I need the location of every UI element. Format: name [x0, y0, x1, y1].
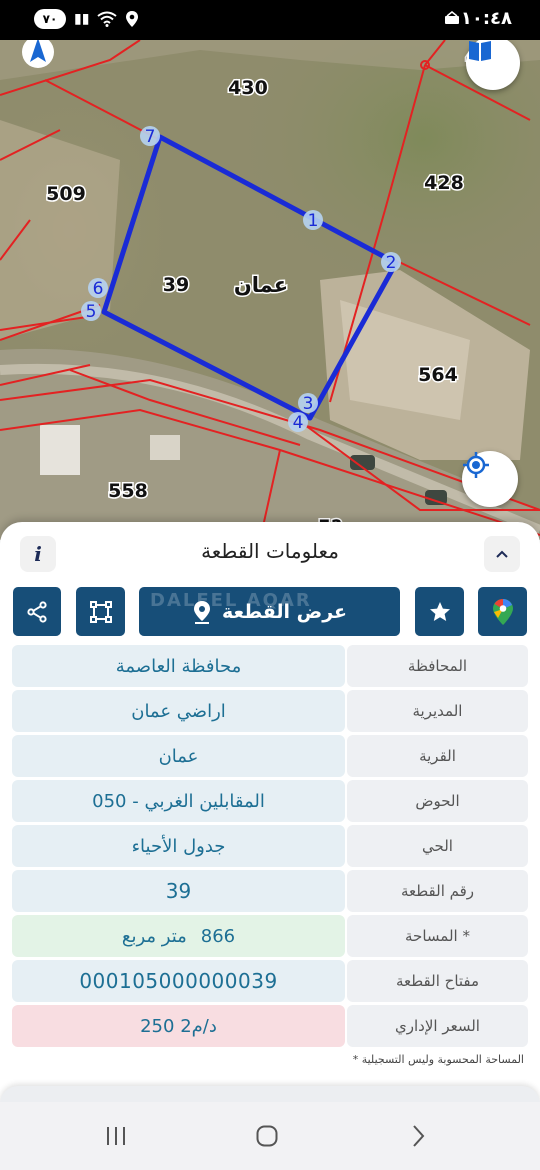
view-parcel-button[interactable]: عرض القطعة — [139, 587, 400, 636]
area-number: 866 — [200, 925, 236, 947]
table-row: اراضي عمان المديرية — [12, 690, 528, 732]
table-row: عمان القرية — [12, 735, 528, 777]
recent-apps-icon — [107, 1127, 125, 1145]
status-bar: ٧٠ ▮▮ ١٠:٤٨ — [0, 0, 540, 40]
admin-price-value: 250 د/م2 — [12, 1005, 345, 1047]
signal-icon: ▮▮ — [74, 11, 90, 27]
table-row: 866 متر مربع المساحة * — [12, 915, 528, 957]
directorate-label: المديرية — [347, 690, 528, 732]
wifi-icon — [97, 11, 118, 27]
vertex-label: 7 — [145, 127, 156, 147]
location-status-icon — [126, 11, 139, 27]
table-row: جدول الأحياء الحي — [12, 825, 528, 867]
vertex-label: 3 — [303, 394, 314, 414]
recent-apps-button[interactable] — [96, 1118, 136, 1154]
status-left-icons: ٧٠ ▮▮ — [34, 9, 139, 29]
village-label: القرية — [347, 735, 528, 777]
area-unit: متر مربع — [121, 925, 187, 947]
area-footnote: * المساحة المحسوبة وليس التسجيلية — [352, 1053, 524, 1066]
compass-icon — [22, 40, 54, 68]
my-location-button[interactable] — [462, 451, 518, 507]
parcel-number-label: 428 — [424, 172, 464, 194]
notification-icon — [445, 11, 459, 24]
village-value: عمان — [12, 735, 345, 777]
table-row: 250 د/م2 السعر الإداري — [12, 1005, 528, 1047]
parcel-number-label: رقم القطعة — [347, 870, 528, 912]
parcel-number-label: 430 — [228, 77, 268, 99]
governorate-label: المحافظة — [347, 645, 528, 687]
battery-indicator: ٧٠ — [34, 9, 66, 29]
directorate-value: اراضي عمان — [12, 690, 345, 732]
status-notification-icons — [444, 10, 460, 26]
vertex-label: 4 — [293, 413, 304, 433]
parcel-info-table: محافظة العاصمة المحافظة اراضي عمان المدي… — [12, 645, 528, 1050]
table-row: 39 رقم القطعة — [12, 870, 528, 912]
panel-title: معلومات القطعة — [201, 539, 339, 563]
area-value: 866 متر مربع — [12, 915, 345, 957]
parcel-key-value: 000105000000039 — [12, 960, 345, 1002]
parcel-info-panel: i معلومات القطعة عرض القطعة DALEEL AQAR … — [0, 522, 540, 1102]
google-maps-icon — [492, 598, 513, 625]
map-pin-icon — [193, 600, 210, 624]
polygon-shape-button[interactable] — [76, 587, 125, 636]
collapse-panel-button[interactable] — [484, 536, 520, 572]
parcel-number-label: 509 — [46, 183, 86, 205]
back-icon — [413, 1125, 425, 1147]
village-map-label: عمان — [234, 273, 288, 297]
neighborhood-label: الحي — [347, 825, 528, 867]
admin-price-label: السعر الإداري — [347, 1005, 528, 1047]
basin-value: المقابلين الغربي - 050 — [12, 780, 345, 822]
governorate-value: محافظة العاصمة — [12, 645, 345, 687]
basin-label: الحوض — [347, 780, 528, 822]
area-value-wrap: 866 متر مربع — [122, 926, 235, 947]
parcel-number-value: 39 — [12, 870, 345, 912]
share-button[interactable] — [13, 587, 61, 636]
table-row: محافظة العاصمة المحافظة — [12, 645, 528, 687]
share-icon — [27, 600, 47, 623]
parcel-number-label: 39 — [163, 274, 189, 296]
area-label: المساحة * — [347, 915, 528, 957]
view-parcel-label: عرض القطعة — [221, 600, 348, 623]
polygon-icon — [89, 600, 112, 623]
chevron-up-icon — [496, 550, 508, 558]
table-row: 000105000000039 مفتاح القطعة — [12, 960, 528, 1002]
status-time: ١٠:٤٨ — [460, 8, 512, 29]
table-row: المقابلين الغربي - 050 الحوض — [12, 780, 528, 822]
back-button[interactable] — [398, 1118, 438, 1154]
star-icon — [429, 601, 450, 621]
favorite-button[interactable] — [415, 587, 464, 636]
open-in-maps-button[interactable] — [478, 587, 527, 636]
home-button[interactable] — [247, 1118, 287, 1154]
parcel-number-label: 564 — [418, 364, 458, 386]
parcel-number-label: 558 — [108, 480, 148, 502]
vertex-label: 5 — [86, 302, 97, 322]
parcel-key-label: مفتاح القطعة — [347, 960, 528, 1002]
system-nav-bar — [0, 1102, 540, 1170]
neighborhood-value: جدول الأحياء — [12, 825, 345, 867]
vertex-label: 6 — [93, 279, 104, 299]
home-icon — [256, 1125, 278, 1147]
vertex-label: 2 — [386, 253, 397, 273]
my-location-icon — [463, 452, 489, 478]
map-book-icon — [469, 41, 491, 61]
vertex-label: 1 — [308, 211, 319, 231]
satellite-map[interactable]: 1 2 3 4 5 6 7 430 509 428 39 564 558 4 5… — [0, 40, 540, 540]
map-canvas[interactable]: 1 2 3 4 5 6 7 430 509 428 39 564 558 4 5… — [0, 40, 540, 540]
